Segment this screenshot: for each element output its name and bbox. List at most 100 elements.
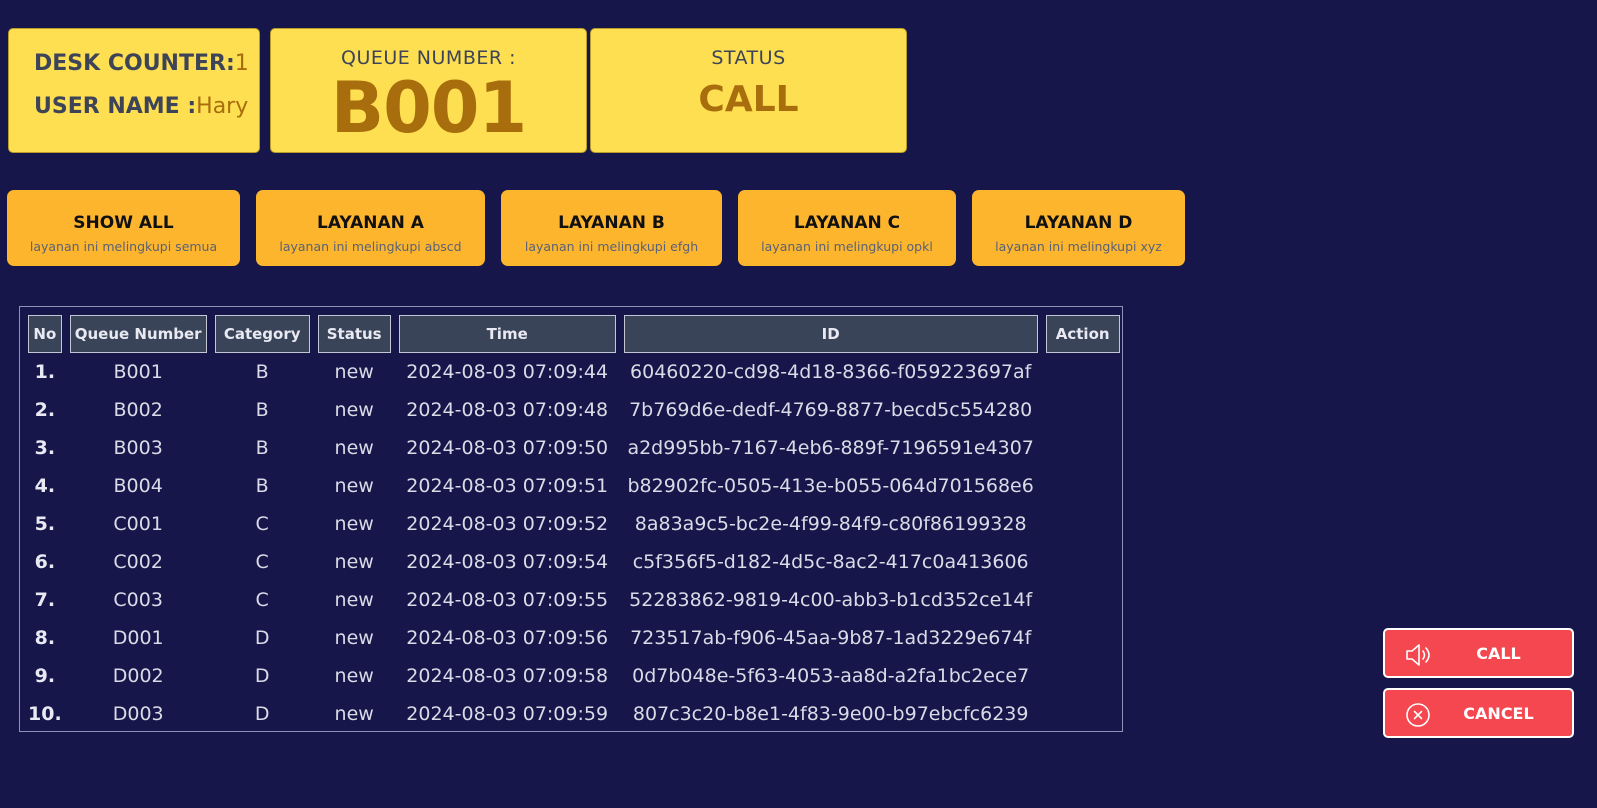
queue-table-panel: No Queue Number Category Status Time ID … xyxy=(19,306,1123,732)
cell-action xyxy=(1046,353,1120,391)
table-row: 9. D002 Dnew 2024-08-03 07:09:58 0d7b048e-5f… xyxy=(28,657,1120,695)
layanan-b-button[interactable]: LAYANAN B layanan ini melingkupi efgh xyxy=(501,190,722,266)
cell-no: 6. xyxy=(34,551,56,573)
filter-subtitle: layanan ini melingkupi abscd xyxy=(279,239,462,254)
desk-counter-label: DESK COUNTER: xyxy=(34,51,235,76)
layanan-a-button[interactable]: LAYANAN A layanan ini melingkupi abscd xyxy=(256,190,485,266)
cell-id: 8a83a9c5-bc2e-4f99-84f9-c80f86199328 xyxy=(634,513,1027,535)
cell-time: 2024-08-03 07:09:44 xyxy=(406,361,609,383)
cell-category: B xyxy=(255,361,269,383)
filter-title: LAYANAN A xyxy=(317,213,424,233)
cell-time: 2024-08-03 07:09:56 xyxy=(406,627,609,649)
cell-no: 8. xyxy=(34,627,56,649)
filter-subtitle: layanan ini melingkupi opkl xyxy=(761,239,933,254)
layanan-c-button[interactable]: LAYANAN C layanan ini melingkupi opkl xyxy=(738,190,956,266)
call-button-label: CALL xyxy=(1476,644,1521,663)
cell-time: 2024-08-03 07:09:48 xyxy=(406,399,609,421)
queue-number-card: QUEUE NUMBER : B001 xyxy=(270,28,587,153)
header-id: ID xyxy=(623,315,1038,353)
cell-id: 807c3c20-b8e1-4f83-9e00-b97ebcfc6239 xyxy=(632,703,1029,725)
show-all-button[interactable]: SHOW ALL layanan ini melingkupi semua xyxy=(7,190,240,266)
cell-action xyxy=(1046,543,1120,581)
table-row: 10. D003 Dnew 2024-08-03 07:09:59 807c3c20-b… xyxy=(28,695,1120,733)
status-value: CALL xyxy=(698,79,799,120)
user-name-label: USER NAME : xyxy=(34,94,197,119)
queue-table: No Queue Number Category Status Time ID … xyxy=(28,315,1120,733)
cell-no: 7. xyxy=(34,589,56,611)
layanan-d-button[interactable]: LAYANAN D layanan ini melingkupi xyz xyxy=(972,190,1185,266)
desk-info-card: DESK COUNTER:1 USER NAME :Hary xyxy=(8,28,260,153)
cell-status: new xyxy=(334,437,374,459)
cell-action xyxy=(1046,695,1120,733)
cell-action xyxy=(1046,581,1120,619)
cell-id: 60460220-cd98-4d18-8366-f059223697af xyxy=(630,361,1032,383)
cell-queue-number: C002 xyxy=(113,551,163,573)
cell-action xyxy=(1046,619,1120,657)
cell-time: 2024-08-03 07:09:52 xyxy=(406,513,609,535)
call-button[interactable]: CALL xyxy=(1383,628,1574,678)
table-row: 5. C001 Cnew 2024-08-03 07:09:52 8a83a9c5-bc… xyxy=(28,505,1120,543)
cell-time: 2024-08-03 07:09:51 xyxy=(406,475,609,497)
desk-counter: DESK COUNTER:1 xyxy=(34,51,249,76)
filter-title: LAYANAN B xyxy=(558,213,665,233)
cell-category: C xyxy=(255,513,269,535)
cell-status: new xyxy=(334,665,374,687)
cell-queue-number: D001 xyxy=(112,627,164,649)
cancel-button-label: CANCEL xyxy=(1463,704,1534,723)
table-header-row: No Queue Number Category Status Time ID … xyxy=(28,315,1120,353)
queue-number-value: B001 xyxy=(330,67,527,149)
filter-title: SHOW ALL xyxy=(73,213,174,233)
cell-no: 4. xyxy=(34,475,56,497)
cell-time: 2024-08-03 07:09:59 xyxy=(406,703,609,725)
cell-no: 5. xyxy=(34,513,56,535)
cell-action xyxy=(1046,467,1120,505)
cell-no: 10. xyxy=(28,703,62,725)
cell-time: 2024-08-03 07:09:55 xyxy=(406,589,609,611)
cancel-button[interactable]: CANCEL xyxy=(1383,688,1574,738)
cell-time: 2024-08-03 07:09:50 xyxy=(406,437,609,459)
cell-status: new xyxy=(334,475,374,497)
cell-no: 1. xyxy=(34,361,56,383)
header-category: Category xyxy=(214,315,310,353)
cell-category: B xyxy=(255,475,269,497)
header-time: Time xyxy=(398,315,616,353)
cell-status: new xyxy=(334,589,374,611)
status-caption: STATUS xyxy=(711,47,786,69)
cell-queue-number: D003 xyxy=(112,703,164,725)
queue-number-caption: QUEUE NUMBER : xyxy=(340,47,516,69)
table-row: 1. B001 Bnew 2024-08-03 07:09:44 60460220-cd… xyxy=(28,353,1120,391)
cell-action xyxy=(1046,429,1120,467)
cell-queue-number: B002 xyxy=(113,399,163,421)
cell-action xyxy=(1046,657,1120,695)
table-row: 4. B004 Bnew 2024-08-03 07:09:51 b82902fc-05… xyxy=(28,467,1120,505)
cell-no: 2. xyxy=(34,399,56,421)
table-row: 7. C003 Cnew 2024-08-03 07:09:55 52283862-98… xyxy=(28,581,1120,619)
cell-category: C xyxy=(255,589,269,611)
cell-action xyxy=(1046,391,1120,429)
cell-queue-number: B001 xyxy=(113,361,163,383)
cell-id: c5f356f5-d182-4d5c-8ac2-417c0a413606 xyxy=(632,551,1029,573)
cell-id: 723517ab-f906-45aa-9b87-1ad3229e674f xyxy=(630,627,1032,649)
cell-category: B xyxy=(255,399,269,421)
cell-queue-number: D002 xyxy=(112,665,164,687)
filter-subtitle: layanan ini melingkupi semua xyxy=(29,239,218,254)
desk-counter-value: 1 xyxy=(234,51,249,76)
cell-category: D xyxy=(254,627,270,649)
cell-category: D xyxy=(254,665,270,687)
cell-queue-number: B004 xyxy=(113,475,163,497)
cell-category: D xyxy=(254,703,270,725)
status-card: STATUS CALL xyxy=(590,28,907,153)
user-name: USER NAME :Hary xyxy=(34,94,248,119)
cell-time: 2024-08-03 07:09:58 xyxy=(406,665,609,687)
cell-status: new xyxy=(334,513,374,535)
cell-queue-number: C003 xyxy=(113,589,163,611)
cell-status: new xyxy=(334,361,374,383)
table-row: 8. D001 Dnew 2024-08-03 07:09:56 723517ab-f9… xyxy=(28,619,1120,657)
filter-title: LAYANAN D xyxy=(1024,213,1133,233)
cell-id: a2d995bb-7167-4eb6-889f-7196591e4307 xyxy=(627,437,1034,459)
header-no: No xyxy=(28,315,62,353)
cell-status: new xyxy=(334,627,374,649)
cell-time: 2024-08-03 07:09:54 xyxy=(406,551,609,573)
cell-id: 0d7b048e-5f63-4053-aa8d-a2fa1bc2ece7 xyxy=(632,665,1030,687)
cell-action xyxy=(1046,505,1120,543)
